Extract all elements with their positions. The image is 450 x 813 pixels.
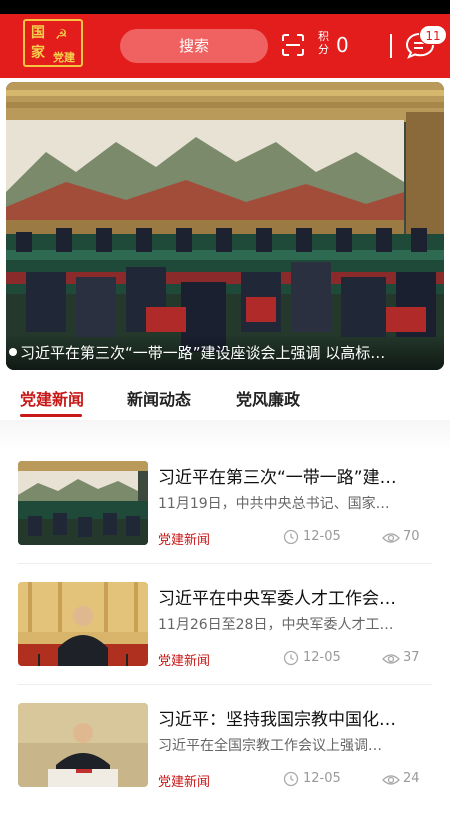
news-tabs: 党建新闻 新闻动态 党风廉政 bbox=[0, 380, 450, 420]
news-thumbnail bbox=[18, 703, 148, 787]
news-views: 37 bbox=[403, 650, 420, 665]
news-date: 12-05 bbox=[303, 529, 341, 544]
news-thumbnail bbox=[18, 582, 148, 666]
divider bbox=[18, 684, 432, 685]
news-category: 党建新闻 bbox=[158, 533, 211, 548]
news-views: 70 bbox=[403, 529, 420, 544]
tab-integrity[interactable]: 党风廉政 bbox=[236, 386, 300, 410]
banner-carousel[interactable]: 习近平在第三次“一带一路”建设座谈会上强调 以高标… bbox=[6, 82, 444, 370]
logo-char-3: 党建 bbox=[53, 51, 75, 64]
status-bar bbox=[0, 0, 450, 14]
news-category: 党建新闻 bbox=[158, 654, 211, 669]
news-summary: 11月19日，中共中央总书记、国家… bbox=[158, 496, 390, 512]
message-count-badge: 11 bbox=[419, 25, 447, 45]
news-item[interactable]: 习近平在第三次“一带一路”建… 11月19日，中共中央总书记、国家… 党建新闻 … bbox=[0, 461, 450, 571]
clock-icon bbox=[283, 771, 299, 787]
news-item[interactable]: 习近平在中央军委人才工作会… 11月26日至28日，中央军委人才工… 党建新闻 … bbox=[0, 582, 450, 692]
banner-image bbox=[6, 82, 444, 370]
clock-icon bbox=[283, 529, 299, 545]
eye-icon bbox=[382, 654, 400, 664]
eye-icon bbox=[382, 533, 400, 543]
party-emblem-icon: ☭ bbox=[55, 27, 68, 43]
header-divider bbox=[390, 34, 392, 58]
news-date: 12-05 bbox=[303, 771, 341, 786]
divider bbox=[18, 563, 432, 564]
clock-icon bbox=[283, 650, 299, 666]
banner-caption[interactable]: 习近平在第三次“一带一路”建设座谈会上强调 以高标… bbox=[20, 342, 440, 363]
app-header: 国 家 ☭ 党建 搜索 积分 0 11 bbox=[0, 14, 450, 78]
tab-news-updates[interactable]: 新闻动态 bbox=[127, 386, 191, 410]
tab-shadow bbox=[0, 420, 450, 450]
news-title[interactable]: 习近平：坚持我国宗教中国化… bbox=[158, 705, 420, 730]
news-category: 党建新闻 bbox=[158, 775, 211, 790]
active-tab-indicator bbox=[20, 414, 82, 417]
logo-char-2: 家 bbox=[31, 45, 45, 61]
news-thumbnail bbox=[18, 461, 148, 545]
carousel-indicator bbox=[9, 348, 17, 356]
points-label: 积分 bbox=[318, 30, 329, 56]
news-summary: 习近平在全国宗教工作会议上强调… bbox=[158, 738, 382, 754]
news-views: 24 bbox=[403, 771, 420, 786]
news-date: 12-05 bbox=[303, 650, 341, 665]
banner-caption-bar: 习近平在第三次“一带一路”建设座谈会上强调 以高标… bbox=[6, 334, 444, 370]
news-title[interactable]: 习近平在中央军委人才工作会… bbox=[158, 584, 420, 609]
scan-icon[interactable] bbox=[282, 34, 304, 56]
eye-icon bbox=[382, 775, 400, 785]
search-button[interactable]: 搜索 bbox=[120, 29, 268, 63]
news-summary: 11月26日至28日，中央军委人才工… bbox=[158, 617, 394, 633]
news-title[interactable]: 习近平在第三次“一带一路”建… bbox=[158, 463, 420, 488]
points-value[interactable]: 0 bbox=[336, 32, 349, 58]
tab-party-news[interactable]: 党建新闻 bbox=[20, 386, 84, 410]
app-logo[interactable]: 国 家 ☭ 党建 bbox=[23, 19, 83, 67]
news-item[interactable]: 习近平：坚持我国宗教中国化… 习近平在全国宗教工作会议上强调… 党建新闻 12-… bbox=[0, 703, 450, 813]
logo-char-1: 国 bbox=[31, 25, 45, 41]
